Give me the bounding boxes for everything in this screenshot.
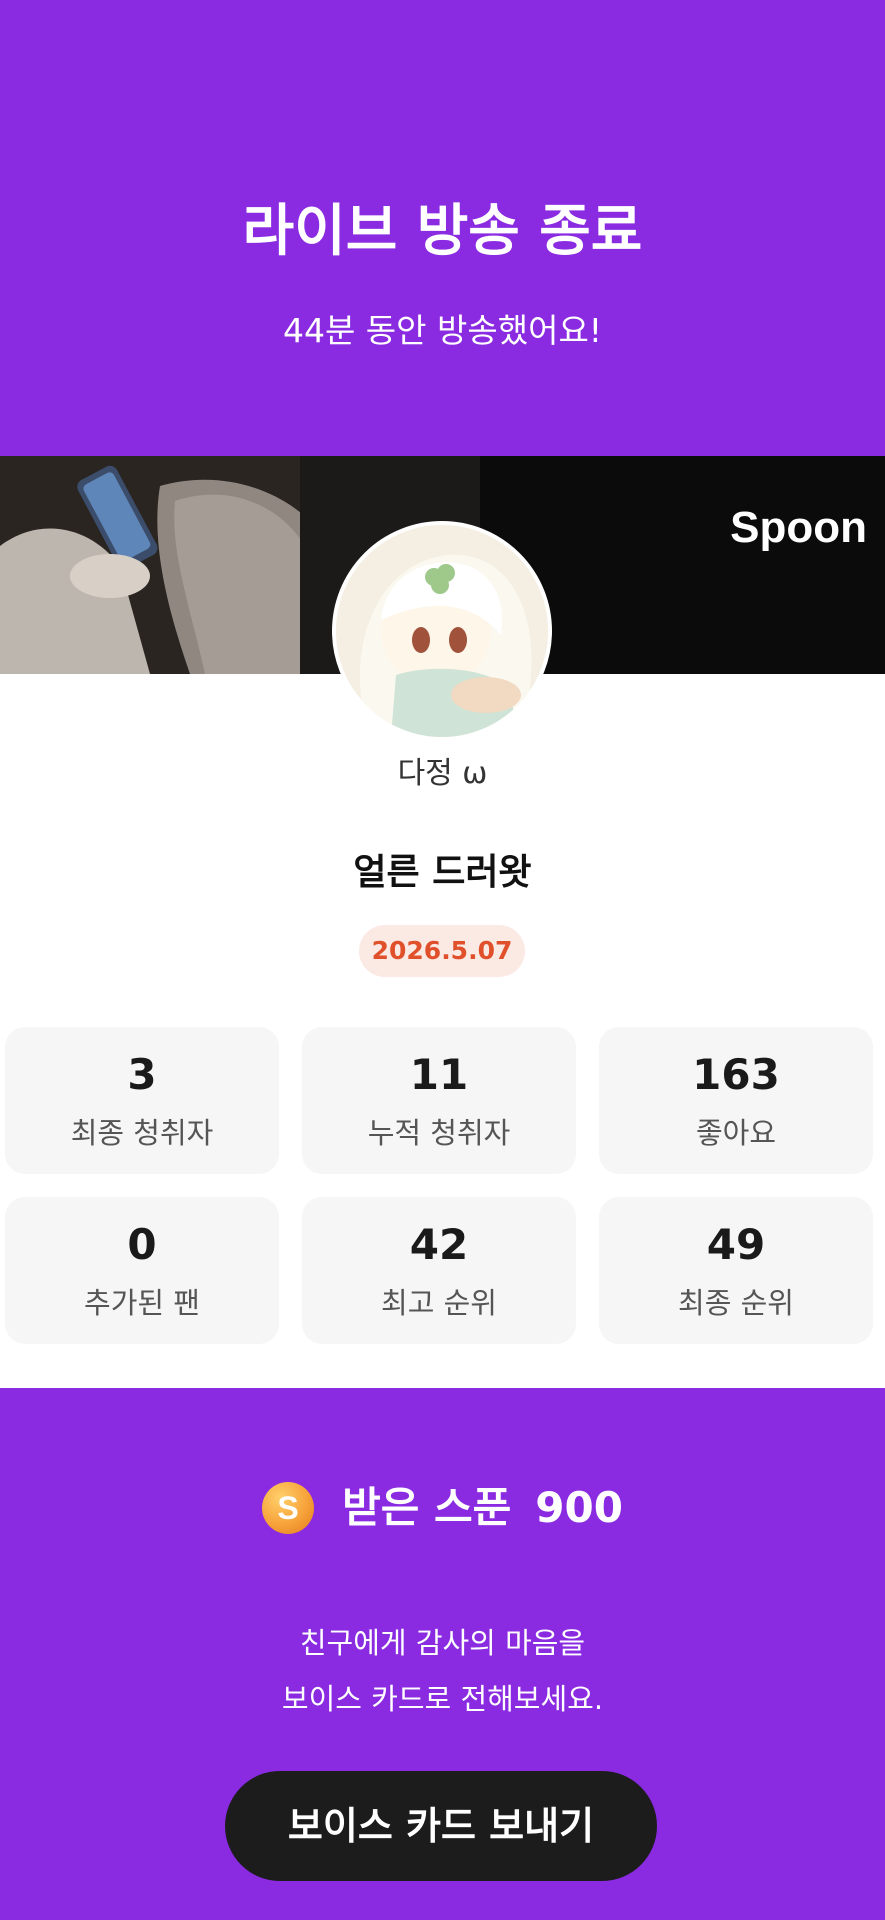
stat-value: 0 [127,1220,157,1269]
host-nickname: 다정 ω [397,756,488,791]
stat-card-new-fans: 0 추가된 팬 [5,1197,279,1344]
stat-value: 163 [692,1050,780,1099]
brand-logo: Spoon [730,503,867,552]
send-voice-card-button[interactable]: 보이스 카드 보내기 [225,1771,657,1881]
broadcast-duration-text: 44분 동안 방송했어요! [282,311,603,350]
stat-label: 최종 청취자 [70,1116,214,1150]
stat-label: 최고 순위 [381,1286,497,1320]
thanks-message-line-1: 친구에게 감사의 마음을 [299,1626,586,1660]
page-title: 라이브 방송 종료 [242,199,643,264]
stat-value: 49 [706,1220,766,1269]
stat-label: 좋아요 [695,1116,777,1150]
stat-value: 42 [409,1220,469,1269]
stat-value: 3 [127,1050,157,1099]
avatar-image [336,525,548,737]
stat-value: 11 [409,1050,469,1099]
thanks-message: 친구에게 감사의 마음을 보이스 카드로 전해보세요. [0,1615,885,1727]
stat-card-total-listeners: 11 누적 청취자 [302,1027,576,1174]
stat-card-final-rank: 49 최종 순위 [599,1197,873,1344]
avatar[interactable] [332,521,552,741]
date-badge: 2026.5.07 [359,925,525,977]
header-section: 라이브 방송 종료 44분 동안 방송했어요! [0,0,885,456]
stat-label: 누적 청취자 [367,1116,511,1150]
thanks-message-line-2: 보이스 카드로 전해보세요. [281,1682,604,1716]
received-spoons-count: 900 [535,1483,623,1532]
coin-icon: S [262,1482,315,1534]
stat-label: 최종 순위 [678,1286,794,1320]
received-spoons-label: 받은 스푼 [342,1483,512,1532]
stat-label: 추가된 팬 [84,1286,200,1320]
stats-grid: 3 최종 청취자 11 누적 청취자 163 좋아요 0 추가된 팬 42 최고… [5,1027,880,1344]
stat-card-likes: 163 좋아요 [599,1027,873,1174]
live-title: 얼른 드러왓 [353,852,532,893]
stat-card-final-listeners: 3 최종 청취자 [5,1027,279,1174]
received-spoons: S 받은 스푼 900 [0,1478,885,1538]
stat-card-best-rank: 42 최고 순위 [302,1197,576,1344]
